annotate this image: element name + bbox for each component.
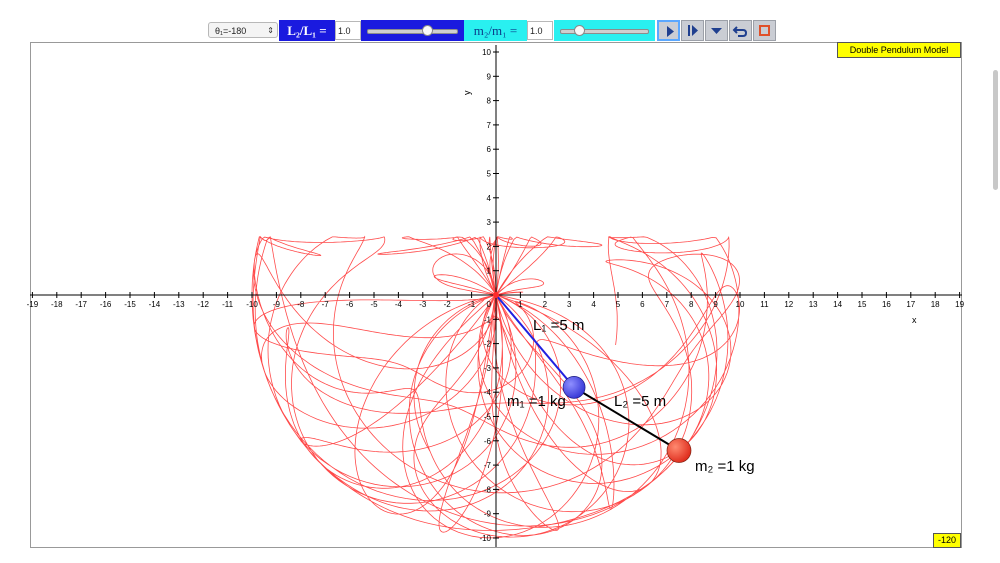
y-tick-label: -7 — [484, 461, 492, 470]
y-tick-label: -5 — [484, 413, 492, 422]
x-tick-label: -10 — [246, 300, 258, 309]
y-tick-label: 1 — [487, 267, 492, 276]
y-tick-label: -2 — [484, 340, 492, 349]
pendulum-plot[interactable]: -19 -18 -17 -16 -15 -14 -13 -12 -11 -10 -9 -8 -7 -6 -5… — [0, 0, 1000, 563]
x-tick-label: 14 — [833, 300, 842, 309]
x-tick-label: 9 — [713, 300, 718, 309]
x-tick-label: 5 — [616, 300, 621, 309]
x-tick-label: -18 — [51, 300, 63, 309]
scrollbar-thumb[interactable] — [993, 70, 998, 190]
x-tick-label: 7 — [665, 300, 670, 309]
y-tick-label: -3 — [484, 364, 492, 373]
x-tick-label: -19 — [27, 300, 39, 309]
x-tick-label: -17 — [75, 300, 87, 309]
mass-1 — [562, 375, 586, 399]
x-tick-label: 1 — [518, 300, 523, 309]
m2-annotation: m₂ =1 kg — [695, 458, 755, 475]
x-tick-label: 10 — [736, 300, 745, 309]
y-tick-label: 5 — [487, 170, 492, 179]
x-tick-label: -3 — [419, 300, 427, 309]
x-tick-label: 6 — [640, 300, 645, 309]
x-tick-label: 12 — [784, 300, 793, 309]
y-tick-label: -10 — [479, 534, 491, 543]
y-tick-label: 7 — [487, 121, 492, 130]
pivot-point — [493, 292, 499, 298]
y-tick-label: -4 — [484, 388, 492, 397]
y-axis-label: y — [462, 90, 472, 95]
x-tick-label: -6 — [346, 300, 354, 309]
x-tick-label: -9 — [273, 300, 281, 309]
y-tick-label: -1 — [484, 315, 492, 324]
x-tick-label: 19 — [955, 300, 964, 309]
x-tick-label: -8 — [297, 300, 305, 309]
y-tick-label: 8 — [487, 97, 492, 106]
y-tick-label: 3 — [487, 218, 492, 227]
readout-badge: -120 — [933, 533, 961, 548]
x-tick-label: -15 — [124, 300, 136, 309]
x-tick-label: 18 — [931, 300, 940, 309]
x-tick-label: 8 — [689, 300, 694, 309]
origin-tick-label: 0 — [487, 300, 492, 309]
y-tick-label: -6 — [484, 437, 492, 446]
mass-2 — [666, 438, 692, 463]
x-tick-label: 4 — [591, 300, 596, 309]
vertical-scrollbar[interactable] — [991, 42, 999, 548]
x-tick-label: -2 — [444, 300, 452, 309]
m1-annotation: m₁ =1 kg — [507, 393, 566, 410]
x-tick-label: -11 — [222, 300, 234, 309]
y-tick-label: 9 — [487, 72, 492, 81]
x-tick-label: 3 — [567, 300, 572, 309]
l1-annotation: L₁ =5 m — [533, 317, 584, 334]
x-tick-label: -12 — [197, 300, 209, 309]
y-tick-label: -9 — [484, 510, 492, 519]
x-tick-label: 13 — [809, 300, 818, 309]
x-tick-label: -14 — [149, 300, 161, 309]
x-tick-label: 17 — [906, 300, 915, 309]
y-tick-label: 4 — [487, 194, 492, 203]
x-tick-label: -1 — [468, 300, 476, 309]
l2-annotation: L₂ =5 m — [614, 393, 666, 410]
x-axis-label: x — [912, 315, 917, 325]
x-tick-label: 2 — [543, 300, 548, 309]
x-tick-label: -5 — [370, 300, 378, 309]
model-title-badge: Double Pendulum Model — [837, 42, 961, 58]
y-tick-label: 6 — [487, 145, 492, 154]
x-tick-label: -16 — [100, 300, 112, 309]
x-tick-label: 16 — [882, 300, 891, 309]
x-tick-label: 15 — [858, 300, 867, 309]
x-tick-label: -4 — [395, 300, 403, 309]
x-tick-label: 11 — [760, 300, 769, 309]
y-tick-label: -8 — [484, 485, 492, 494]
x-tick-label: -7 — [322, 300, 330, 309]
y-tick-label: 10 — [482, 48, 491, 57]
y-tick-label: 2 — [487, 242, 492, 251]
x-tick-label: -13 — [173, 300, 185, 309]
